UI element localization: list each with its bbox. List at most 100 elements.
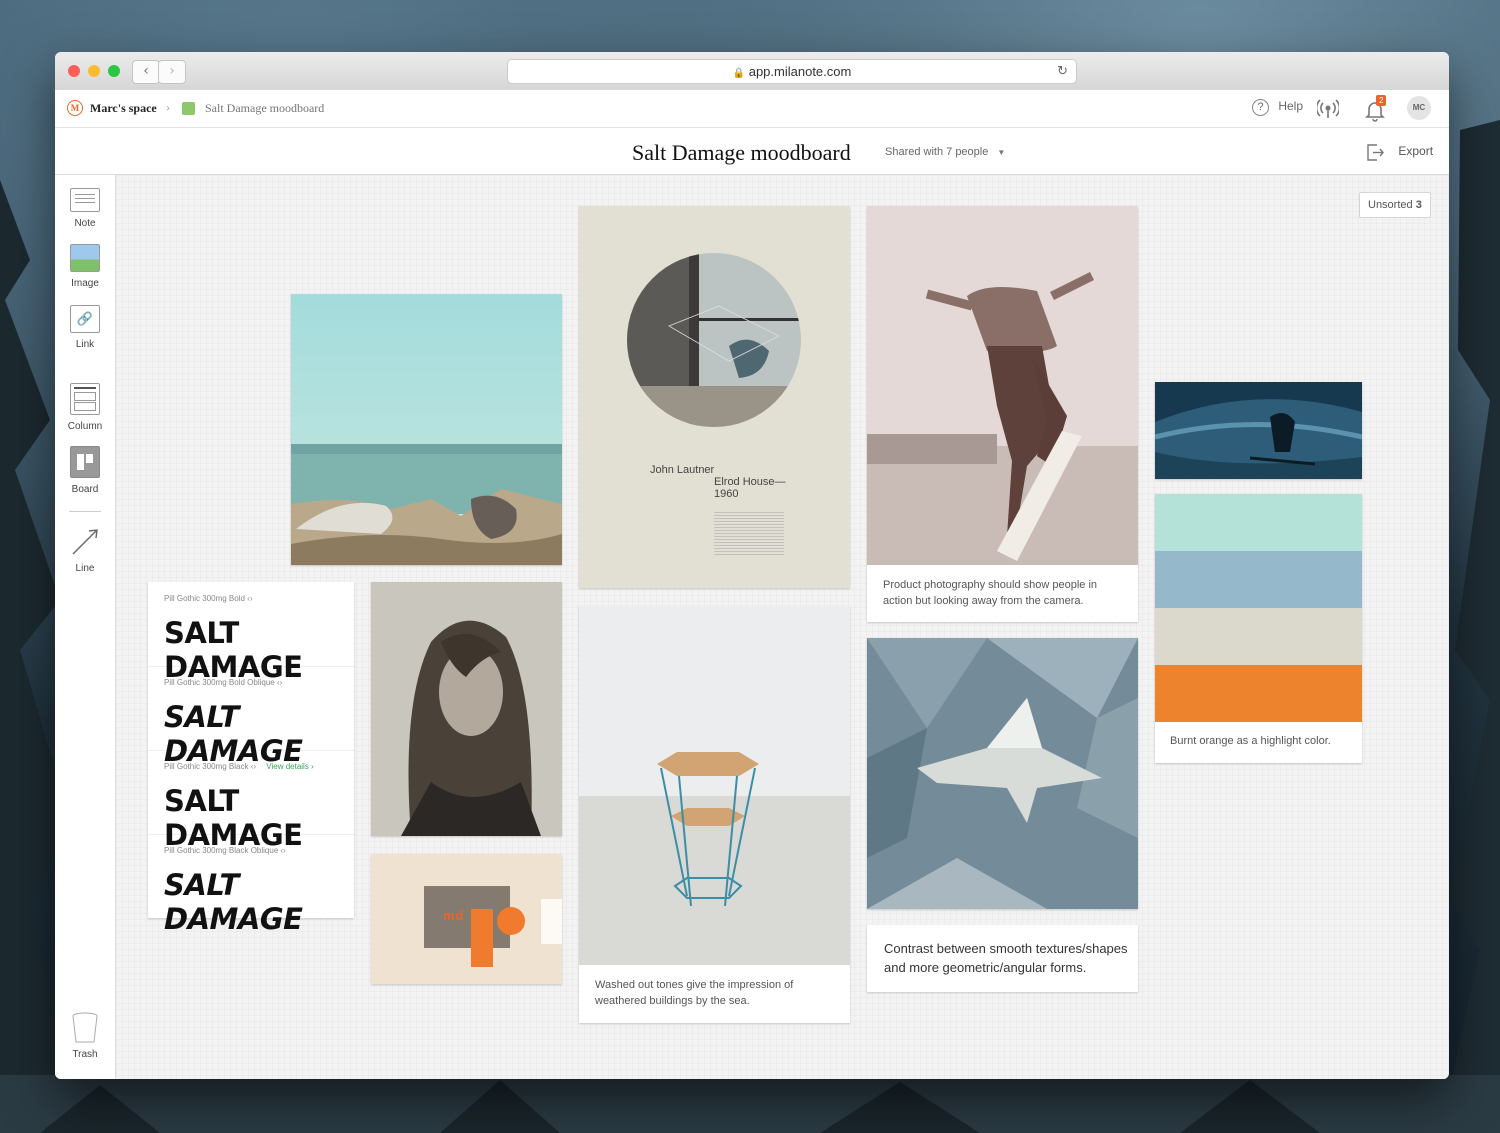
font-sample: SALT DAMAGE (164, 868, 303, 936)
poster-line-2: Elrod House— (714, 476, 786, 488)
caret-down-icon: ▼ (997, 148, 1006, 157)
trash-icon (72, 1012, 98, 1043)
back-button[interactable]: ‹ (132, 60, 160, 84)
tool-line[interactable]: Line (55, 527, 115, 574)
image-card-sea[interactable] (291, 294, 562, 565)
tool-trash-label: Trash (72, 1049, 98, 1060)
code-icon[interactable]: ‹› (281, 846, 286, 855)
address-bar[interactable]: 🔒 app.milanote.com ↻ (507, 59, 1077, 84)
tool-note-label: Note (74, 218, 96, 229)
portrait-photo (371, 582, 562, 836)
logo-photo (371, 854, 562, 984)
font-name: Pill Gothic 300mg Bold ‹› (164, 594, 253, 603)
poster-body-text (714, 512, 784, 556)
font-row: Pill Gothic 300mg Black Oblique ‹› SALT … (148, 834, 354, 936)
browser-window: ‹ › 🔒 app.milanote.com ↻ M Marc's space … (55, 52, 1449, 1079)
unsorted-count: 3 (1415, 199, 1422, 211)
breadcrumb-chevron-icon: › (166, 100, 170, 114)
share-label: Shared with 7 people (885, 146, 989, 158)
caption-skater[interactable]: Product photography should show people i… (883, 577, 1128, 609)
board-icon (70, 446, 100, 478)
font-name: Pill Gothic 300mg Black Oblique ‹› (164, 846, 286, 855)
origami-photo (867, 638, 1138, 909)
tool-column[interactable]: Column (55, 383, 115, 432)
surfer-photo (1155, 382, 1362, 479)
tool-divider (69, 511, 101, 512)
share-dropdown[interactable]: Shared with 7 people ▼ (885, 146, 1005, 158)
code-icon[interactable]: ‹› (247, 594, 252, 603)
milanote-logo-icon[interactable]: M (67, 100, 83, 116)
notifications-button[interactable]: 2 (1365, 95, 1389, 122)
stool-photo (579, 606, 850, 965)
export-button[interactable]: Export (1365, 142, 1433, 162)
poster-line-3: 1960 (714, 488, 739, 500)
help-button[interactable]: ? Help (1252, 99, 1303, 116)
palette-swatch-orange (1155, 665, 1362, 722)
tool-column-label: Column (67, 421, 103, 432)
view-details-link[interactable]: View details › (266, 762, 313, 771)
forward-button[interactable]: › (158, 60, 186, 84)
palette-swatch-sand (1155, 608, 1362, 665)
font-row: Pill Gothic 300mg Black ‹› View details … (148, 750, 354, 852)
logo-text: md (443, 908, 465, 923)
tool-sidebar: Note Image 🔗 Link Column Board Line Tras… (55, 175, 116, 1079)
help-label: Help (1278, 99, 1304, 113)
column-icon (70, 383, 100, 415)
board-header: Salt Damage moodboard Shared with 7 peop… (55, 128, 1449, 175)
image-card-logo[interactable]: md (371, 854, 562, 984)
image-card-surfer[interactable] (1155, 382, 1362, 479)
zoom-window-button[interactable] (108, 65, 120, 77)
board-canvas[interactable]: Unsorted 3 John Lautner Elrod House— 196… (116, 175, 1449, 1079)
reload-icon[interactable]: ↻ (1057, 60, 1068, 83)
tool-link-label: Link (75, 339, 95, 350)
caption-contrast: Contrast between smooth textures/shapes … (884, 941, 1128, 975)
breadcrumb-space[interactable]: Marc's space (90, 101, 157, 116)
export-icon (1367, 144, 1384, 161)
breadcrumb: M Marc's space › Salt Damage moodboard ?… (55, 90, 1449, 128)
poster-line-1: John Lautner (650, 464, 715, 476)
close-window-button[interactable] (68, 65, 80, 77)
caption-palette[interactable]: Burnt orange as a highlight color. (1170, 733, 1355, 749)
tool-note[interactable]: Note (55, 188, 115, 229)
image-icon (70, 244, 100, 272)
lock-icon: 🔒 (732, 68, 746, 79)
export-label: Export (1398, 144, 1434, 159)
caption-stool[interactable]: Washed out tones give the impression of … (595, 977, 840, 1009)
tool-image-label: Image (71, 278, 99, 289)
broadcast-icon[interactable] (1317, 99, 1339, 119)
tool-trash[interactable]: Trash (55, 1011, 115, 1060)
image-card-origami[interactable] (867, 638, 1138, 909)
font-specimen-card[interactable]: Pill Gothic 300mg Bold ‹› SALT DAMAGE Pi… (148, 582, 354, 936)
tool-image[interactable]: Image (55, 244, 115, 289)
minimize-window-button[interactable] (88, 65, 100, 77)
avatar[interactable]: MC (1407, 96, 1431, 120)
palette-card[interactable]: Burnt orange as a highlight color. (1155, 494, 1362, 763)
font-name: Pill Gothic 300mg Black ‹› View details … (164, 762, 314, 771)
tool-board[interactable]: Board (55, 446, 115, 495)
unsorted-button[interactable]: Unsorted 3 (1359, 192, 1431, 218)
unsorted-label: Unsorted (1368, 199, 1413, 211)
notification-badge: 2 (1376, 95, 1387, 106)
link-icon: 🔗 (70, 305, 100, 333)
palette-swatch-blue (1155, 551, 1362, 608)
image-card-stool[interactable]: Washed out tones give the impression of … (579, 606, 850, 1023)
breadcrumb-board[interactable]: Salt Damage moodboard (205, 101, 324, 116)
board-swatch-icon (182, 102, 195, 115)
note-icon (70, 188, 100, 212)
font-row: Pill Gothic 300mg Bold ‹› SALT DAMAGE (148, 582, 354, 684)
code-icon[interactable]: ‹› (277, 678, 282, 687)
page-title[interactable]: Salt Damage moodboard (632, 140, 851, 166)
tool-line-label: Line (75, 563, 95, 574)
font-name: Pill Gothic 300mg Bold Oblique ‹› (164, 678, 283, 687)
url-text: app.milanote.com (748, 64, 852, 79)
note-card-contrast[interactable]: Contrast between smooth textures/shapes … (867, 925, 1138, 992)
browser-chrome: ‹ › 🔒 app.milanote.com ↻ (55, 52, 1449, 91)
sea-photo (291, 294, 562, 565)
image-card-poster[interactable]: John Lautner Elrod House— 1960 (579, 206, 850, 588)
code-icon[interactable]: ‹› (251, 762, 256, 771)
image-card-portrait[interactable] (371, 582, 562, 836)
palette-swatch-mint (1155, 494, 1362, 551)
font-row: Pill Gothic 300mg Bold Oblique ‹› SALT D… (148, 666, 354, 768)
image-card-skater[interactable]: Product photography should show people i… (867, 206, 1138, 622)
tool-link[interactable]: 🔗 Link (55, 305, 115, 350)
